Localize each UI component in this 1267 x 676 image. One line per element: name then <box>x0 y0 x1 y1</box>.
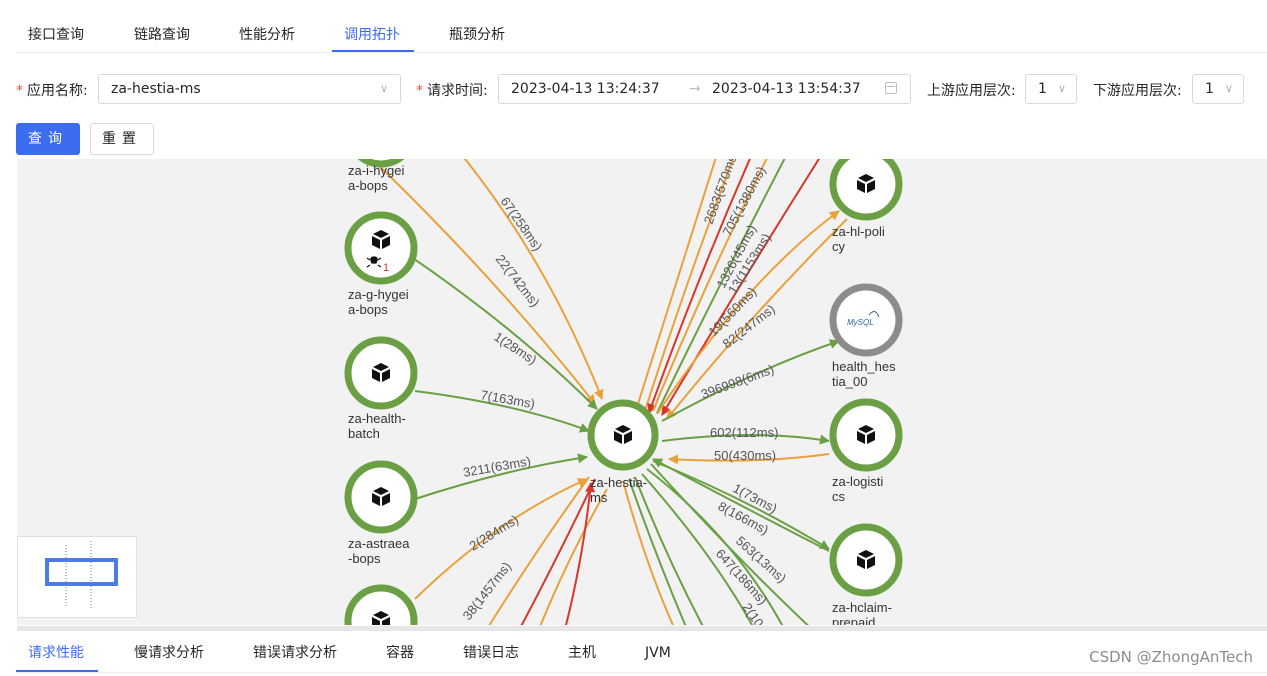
service-node-za-health-batch[interactable]: za-health- batch <box>344 336 418 441</box>
service-node-za-astraea-bops[interactable]: za-astraea -bops <box>344 460 418 566</box>
svg-text:health_hes: health_hes <box>832 359 896 374</box>
svg-text:batch: batch <box>348 426 380 441</box>
active-tab-indicator <box>16 670 98 672</box>
svg-text:cs: cs <box>832 489 846 504</box>
watermark-text: CSDN @ZhongAnTech <box>1089 648 1253 666</box>
panel-divider[interactable] <box>17 626 1267 631</box>
center-node-za-hestia-ms[interactable]: za-hestia- ms <box>587 399 659 505</box>
edge-labels: 67(258ms) 22(742ms) 1(28ms) 7(163ms) 321… <box>460 159 790 625</box>
calendar-icon <box>885 82 897 94</box>
active-tab-indicator <box>332 50 414 52</box>
tab-host[interactable]: 主机 <box>568 632 596 672</box>
svg-text:za-i-hygei: za-i-hygei <box>348 163 404 178</box>
svg-text:ms: ms <box>590 490 608 505</box>
graph-minimap[interactable] <box>17 536 137 618</box>
minimap-viewport[interactable] <box>45 558 118 586</box>
edge-line <box>520 478 596 625</box>
upstream-level-select[interactable]: 1 ∨ <box>1025 74 1077 104</box>
app-name-label: * 应用名称: <box>16 83 88 99</box>
service-node-za-logistics[interactable]: za-logisti cs <box>829 398 903 504</box>
tab-performance-analysis[interactable]: 性能分析 <box>239 0 295 52</box>
chevron-down-icon: ∨ <box>1057 82 1066 95</box>
svg-text:za-hclaim-: za-hclaim- <box>832 600 892 615</box>
edges <box>370 159 848 625</box>
service-node-za-g-hygeia-bops[interactable]: 1 za-g-hygei a-bops <box>344 211 418 317</box>
tab-container[interactable]: 容器 <box>386 632 414 672</box>
edge-line <box>628 478 687 625</box>
tab-trace-query[interactable]: 链路查询 <box>134 0 190 52</box>
upstream-level-label: 上游应用层次: <box>927 83 1016 99</box>
tab-interface-query[interactable]: 接口查询 <box>28 0 84 52</box>
top-tab-bar: 接口查询 链路查询 性能分析 调用拓扑 瓶颈分析 <box>16 0 1267 53</box>
app-name-value: za-hestia-ms <box>111 81 201 97</box>
reset-button[interactable]: 重置 <box>90 123 154 155</box>
service-node-za-hclaim-prepaid[interactable]: za-hclaim- prepaid <box>829 523 903 625</box>
svg-text:a-bops: a-bops <box>348 178 388 193</box>
svg-text:za-hl-poli: za-hl-poli <box>832 224 885 239</box>
edge-label: 2(284ms) <box>467 512 522 554</box>
tab-slow-request-analysis[interactable]: 慢请求分析 <box>134 632 204 672</box>
tab-error-log[interactable]: 错误日志 <box>463 632 519 672</box>
tab-error-request-analysis[interactable]: 错误请求分析 <box>253 632 337 672</box>
svg-text:za-g-hygei: za-g-hygei <box>348 287 409 302</box>
tab-bottleneck-analysis[interactable]: 瓶颈分析 <box>449 0 505 52</box>
database-node-health_hestia_00[interactable]: MySQL health_hes tia_00 <box>829 283 903 389</box>
downstream-level-label: 下游应用层次: <box>1093 83 1182 99</box>
edge-label: 602(112ms) <box>710 425 778 440</box>
svg-text:tia_00: tia_00 <box>832 374 867 389</box>
mysql-icon: MySQL <box>847 318 874 327</box>
svg-text:cy: cy <box>832 239 846 254</box>
range-arrow: → <box>689 81 701 97</box>
svg-text:za-logisti: za-logisti <box>832 474 883 489</box>
svg-text:za-hestia-: za-hestia- <box>590 475 647 490</box>
tab-call-topology[interactable]: 调用拓扑 <box>344 0 400 52</box>
time-start-input[interactable]: 2023-04-13 13:24:37 <box>511 75 660 103</box>
service-node-za-hl-policy[interactable]: za-hl-poli cy <box>829 159 903 254</box>
edge-label: 38(1457ms) <box>460 559 515 623</box>
query-button[interactable]: 查询 <box>16 123 80 155</box>
downstream-level-select[interactable]: 1 ∨ <box>1192 74 1244 104</box>
topology-graph[interactable]: 67(258ms) 22(742ms) 1(28ms) 7(163ms) 321… <box>17 159 1267 625</box>
edge-line <box>634 476 704 625</box>
request-time-label: * 请求时间: <box>416 83 488 99</box>
downstream-level-value: 1 <box>1205 81 1214 97</box>
svg-text:1: 1 <box>383 262 389 274</box>
svg-text:za-health-: za-health- <box>348 411 406 426</box>
edge-label: 67(258ms) <box>498 194 546 254</box>
app-name-select[interactable]: za-hestia-ms ∨ <box>98 74 401 104</box>
topology-canvas: 67(258ms) 22(742ms) 1(28ms) 7(163ms) 321… <box>344 159 903 625</box>
edge-label: 50(430ms) <box>714 448 776 463</box>
edge-line <box>622 480 675 625</box>
service-node-bottom-left[interactable] <box>344 584 418 625</box>
service-node-za-i-hygeia-bops[interactable]: za-i-hygei a-bops <box>348 159 414 193</box>
svg-text:prepaid: prepaid <box>832 615 875 625</box>
bottom-tab-bar: 请求性能 慢请求分析 错误请求分析 容器 错误日志 主机 JVM <box>16 632 1267 673</box>
request-time-range-picker[interactable]: 2023-04-13 13:24:37 → 2023-04-13 13:54:3… <box>498 74 911 104</box>
edge-line <box>539 488 608 625</box>
upstream-level-value: 1 <box>1038 81 1047 97</box>
chevron-down-icon: ∨ <box>1224 82 1233 95</box>
time-end-input[interactable]: 2023-04-13 13:54:37 <box>712 75 861 103</box>
chevron-down-icon: ∨ <box>379 82 388 95</box>
tab-request-performance[interactable]: 请求性能 <box>28 632 84 672</box>
svg-text:-bops: -bops <box>348 551 381 566</box>
svg-text:za-astraea: za-astraea <box>348 536 410 551</box>
tab-jvm[interactable]: JVM <box>645 632 671 672</box>
svg-text:a-bops: a-bops <box>348 302 388 317</box>
